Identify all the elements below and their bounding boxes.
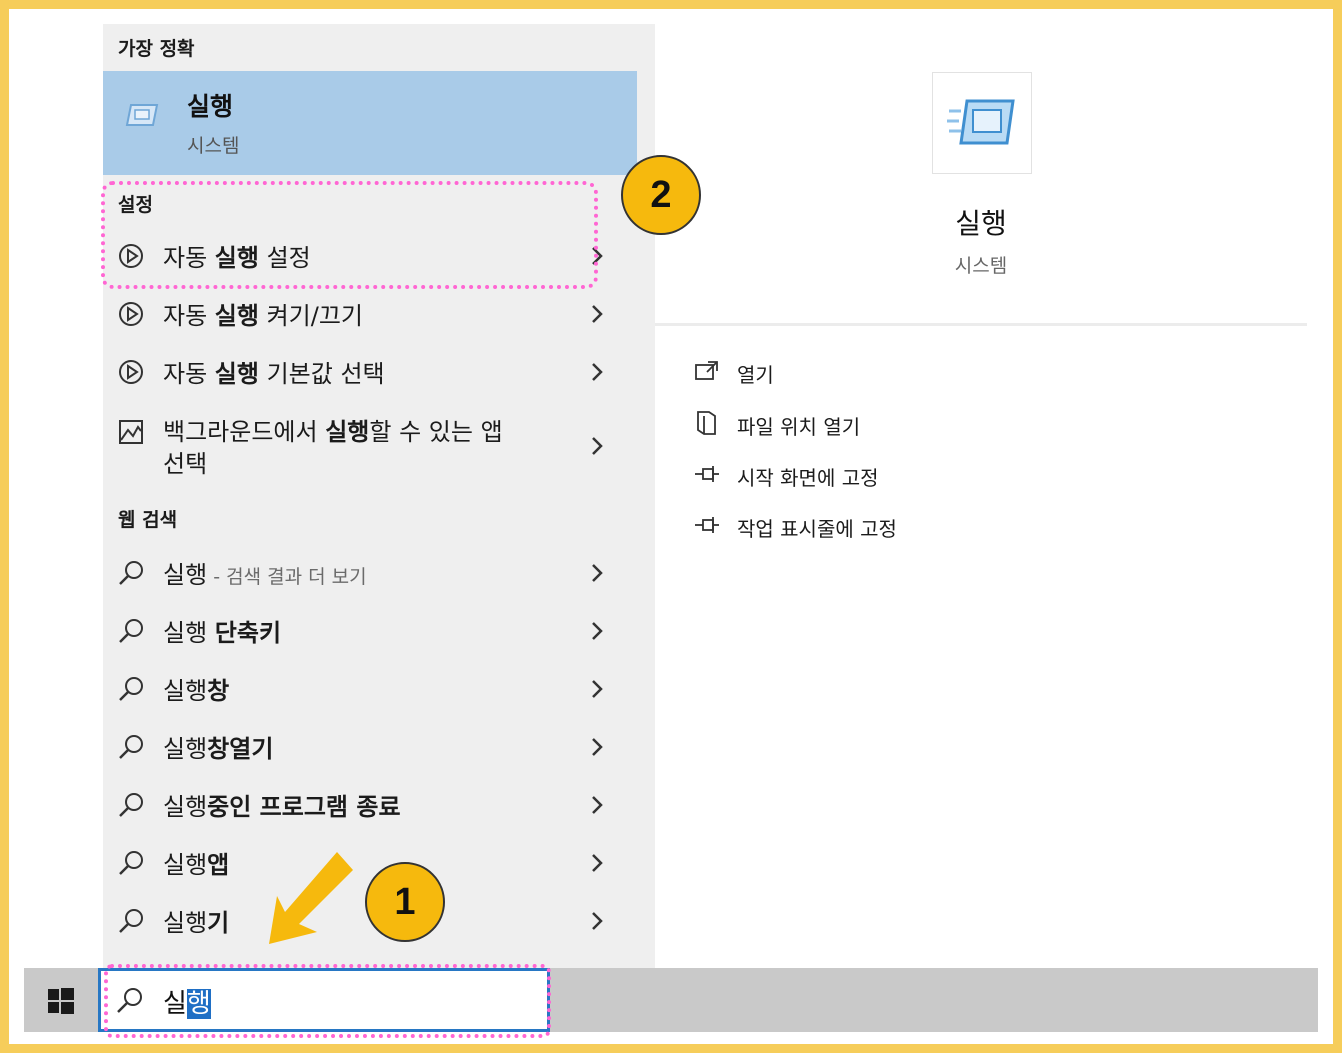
- background-apps-icon: [119, 420, 143, 444]
- run-app-icon: [125, 104, 159, 126]
- run-app-icon: [947, 99, 1015, 145]
- item-text-bold: 실행: [214, 302, 259, 330]
- item-text-line2: 선택: [163, 450, 208, 478]
- preview-subtitle: 시스템: [954, 255, 1008, 277]
- item-text: 실행: [163, 793, 208, 821]
- file-location-icon: [697, 411, 716, 435]
- step-badge-2: 2: [621, 155, 701, 235]
- item-subtext: - 검색 결과 더 보기: [207, 566, 367, 588]
- preview-title: 실행: [955, 207, 1007, 240]
- chevron-right-icon: [592, 564, 603, 582]
- web-search-item-more-results[interactable]: 실행 - 검색 결과 더 보기: [103, 553, 637, 593]
- item-text-bold: 단축키: [214, 619, 282, 647]
- settings-item-autoplay-defaults[interactable]: 자동 실행 기본값 선택: [103, 352, 637, 392]
- step-badge-1: 1: [365, 862, 445, 942]
- arrow-down-left-icon: [269, 852, 353, 944]
- search-icon: [119, 793, 143, 817]
- item-text: 실행: [163, 909, 208, 937]
- web-search-item[interactable]: 실행중인 프로그램 종료: [103, 785, 637, 825]
- chevron-right-icon: [592, 738, 603, 756]
- item-text-bold: 창: [207, 677, 230, 705]
- item-text-bold: 앱: [207, 851, 230, 879]
- item-text: 자동: [163, 302, 215, 330]
- item-text-bold: 실행: [214, 360, 259, 388]
- search-icon: [119, 619, 143, 643]
- web-search-item[interactable]: 실행창열기: [103, 727, 637, 767]
- item-text-bold: 실행: [325, 418, 370, 446]
- autoplay-icon: [119, 360, 143, 384]
- chevron-right-icon: [592, 437, 603, 455]
- search-icon: [119, 677, 143, 701]
- chevron-right-icon: [592, 912, 603, 930]
- web-search-item[interactable]: 실행앱: [103, 843, 637, 883]
- highlight-outline-search: [104, 964, 551, 1038]
- item-text: 실행: [163, 561, 208, 589]
- web-search-item[interactable]: 실행창: [103, 669, 637, 709]
- search-icon: [119, 561, 143, 585]
- item-text: 백그라운드에서: [163, 418, 326, 446]
- item-text-bold: 중인 프로그램 종료: [207, 793, 401, 821]
- chevron-right-icon: [592, 363, 603, 381]
- preview-app-icon-frame: [932, 72, 1032, 174]
- action-label: 열기: [737, 363, 774, 387]
- item-text-end: 할 수 있는 앱: [369, 418, 503, 446]
- settings-item-autoplay-toggle[interactable]: 자동 실행 켜기/끄기: [103, 294, 637, 334]
- item-text-end: 기본값 선택: [258, 360, 385, 388]
- item-text: 실행: [163, 851, 208, 879]
- pin-icon: [695, 466, 719, 482]
- item-text-end: 켜기/끄기: [258, 302, 364, 330]
- best-match-title: 실행: [187, 92, 234, 121]
- pin-icon: [695, 517, 719, 533]
- windows-start-icon[interactable]: [48, 988, 74, 1014]
- preview-divider: [655, 323, 1307, 326]
- item-text: 실행: [163, 677, 208, 705]
- chevron-right-icon: [592, 854, 603, 872]
- item-text: 실행: [163, 735, 208, 763]
- chevron-right-icon: [592, 622, 603, 640]
- chevron-right-icon: [592, 305, 603, 323]
- item-text: 실행: [163, 619, 215, 647]
- chevron-right-icon: [592, 796, 603, 814]
- web-search-item[interactable]: 실행 단축키: [103, 611, 637, 651]
- web-search-heading: 웹 검색: [118, 509, 178, 531]
- action-label: 작업 표시줄에 고정: [737, 517, 897, 541]
- action-label: 파일 위치 열기: [737, 415, 861, 439]
- item-text-bold: 기: [207, 909, 230, 937]
- highlight-outline-settings: [101, 181, 598, 289]
- search-icon: [119, 735, 143, 759]
- item-text-bold: 창열기: [207, 735, 274, 763]
- preview-panel: 실행 시스템 열기 파일 위치 열기 시작 화면에 고정 작업 표시줄에 고정: [655, 38, 1307, 968]
- open-icon: [695, 361, 718, 380]
- item-text: 자동: [163, 360, 215, 388]
- best-match-heading: 가장 정확: [118, 38, 195, 60]
- chevron-right-icon: [592, 680, 603, 698]
- search-icon: [119, 909, 143, 933]
- best-match-run[interactable]: 실행 시스템: [103, 71, 637, 175]
- settings-item-background-apps[interactable]: 백그라운드에서 실행할 수 있는 앱 선택: [103, 410, 637, 480]
- best-match-subtitle: 시스템: [187, 135, 240, 157]
- action-label: 시작 화면에 고정: [737, 466, 879, 490]
- autoplay-icon: [119, 302, 143, 326]
- search-icon: [119, 851, 143, 875]
